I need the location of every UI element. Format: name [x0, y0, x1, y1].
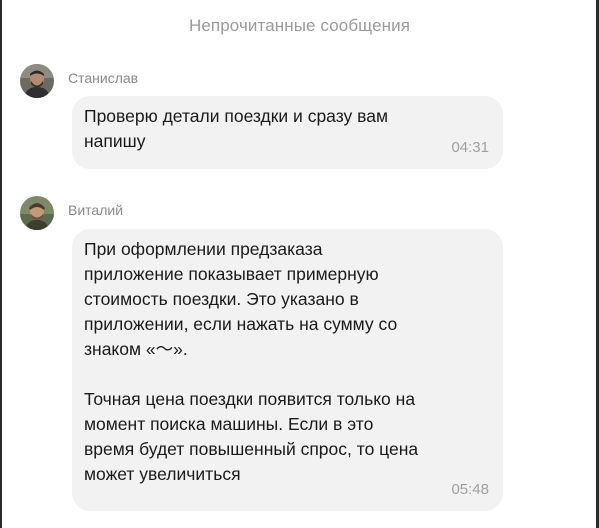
message-text: Проверю детали поездки и сразу вам напиш… — [84, 106, 389, 151]
message-time: 04:31 — [451, 139, 489, 156]
avatar[interactable] — [20, 196, 54, 230]
message-text: При оформлении предзаказа приложение пок… — [84, 239, 419, 484]
message-group-vitaliy: Виталий При оформлении предзаказа прилож… — [20, 194, 580, 524]
message-bubble[interactable]: При оформлении предзаказа приложение пок… — [72, 229, 503, 511]
sender-name: Виталий — [68, 202, 124, 218]
person-photo-icon — [20, 64, 54, 98]
unread-messages-header: Непрочитанные сообщения — [188, 16, 411, 35]
message-bubble[interactable]: Проверю детали поездки и сразу вам напиш… — [72, 96, 503, 169]
sender-name: Станислав — [68, 70, 139, 86]
message-group-stanislav: Станислав Проверю детали поездки и сразу… — [20, 62, 580, 172]
person-photo-icon — [20, 196, 54, 230]
avatar[interactable] — [20, 64, 54, 98]
message-time: 05:48 — [451, 481, 489, 498]
